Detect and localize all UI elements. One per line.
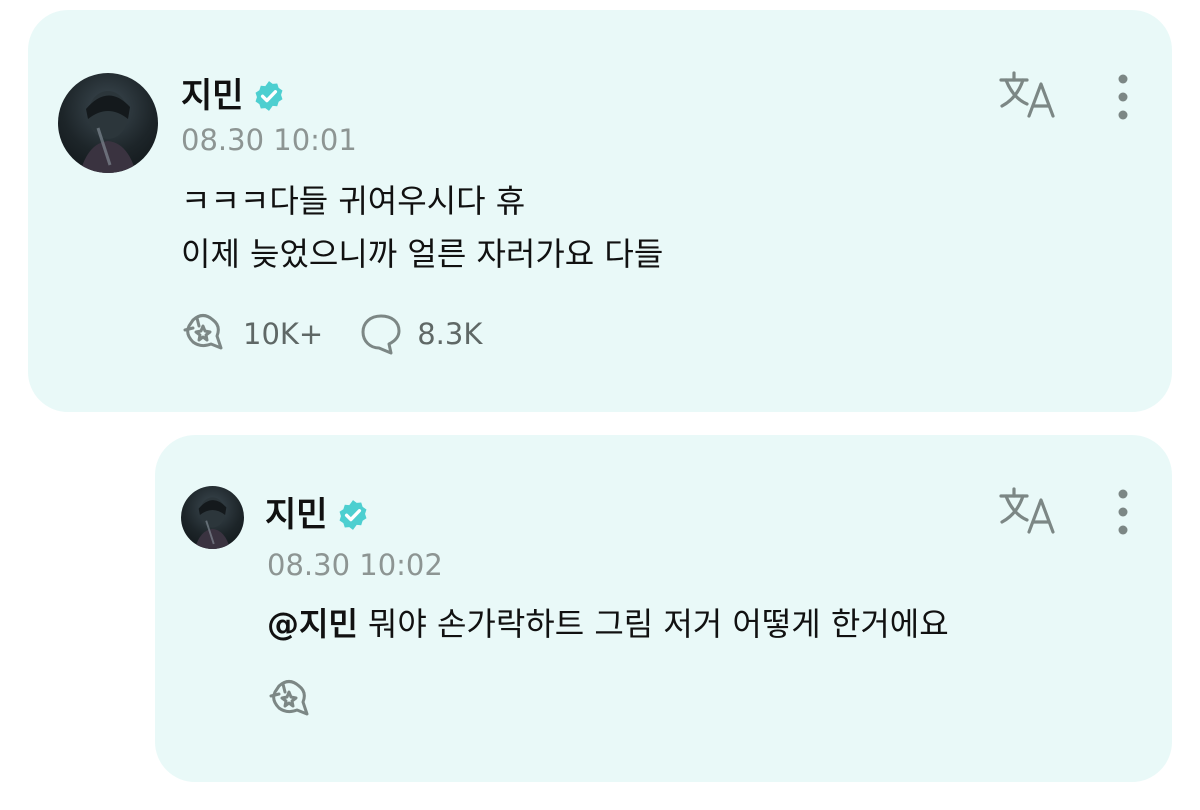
more-vertical-icon[interactable] bbox=[1115, 72, 1131, 122]
post-card[interactable]: 지민 08.30 10:01 ㅋㅋㅋ다들 귀여우시다 휴 이제 늦었으니까 얼른… bbox=[28, 10, 1172, 412]
author-name[interactable]: 지민 bbox=[265, 487, 328, 543]
post-line: ㅋㅋㅋ다들 귀여우시다 휴 bbox=[181, 182, 526, 220]
mention-link[interactable]: @지민 bbox=[267, 605, 358, 643]
post-line: 이제 늦었으니까 얼른 자러가요 다들 bbox=[181, 235, 664, 273]
author-name[interactable]: 지민 bbox=[181, 68, 244, 124]
comment-button[interactable]: 8.3K bbox=[359, 312, 482, 356]
author-avatar[interactable] bbox=[181, 486, 244, 549]
verified-badge-icon bbox=[255, 81, 283, 111]
reply-actions bbox=[267, 678, 351, 722]
author-row: 지민 bbox=[181, 68, 286, 124]
reply-text: 뭐야 손가락하트 그림 저거 어떻게 한거에요 bbox=[367, 605, 949, 643]
reply-body: @지민 뭐야 손가락하트 그림 저거 어떻게 한거에요 bbox=[267, 598, 949, 651]
like-button[interactable]: 10K+ bbox=[181, 312, 323, 356]
comment-icon bbox=[361, 314, 401, 355]
reply-timestamp: 08.30 10:02 bbox=[267, 548, 443, 582]
author-row: 지민 bbox=[265, 487, 370, 543]
reply-card[interactable]: 지민 08.30 10:02 @지민 뭐야 손가락하트 그림 저거 어떻게 한거에… bbox=[155, 435, 1172, 782]
like-button[interactable] bbox=[267, 678, 315, 722]
post-timestamp: 08.30 10:01 bbox=[181, 123, 357, 157]
like-icon bbox=[183, 314, 223, 350]
translate-icon[interactable] bbox=[997, 68, 1057, 122]
post-actions: 10K+ 8.3K bbox=[181, 312, 518, 356]
like-icon bbox=[269, 680, 309, 716]
like-count: 10K+ bbox=[243, 317, 324, 351]
post-body: ㅋㅋㅋ다들 귀여우시다 휴 이제 늦었으니까 얼른 자러가요 다들 bbox=[181, 175, 663, 281]
more-vertical-icon[interactable] bbox=[1115, 487, 1131, 537]
verified-badge-icon bbox=[339, 500, 367, 530]
comment-count: 8.3K bbox=[417, 317, 483, 351]
translate-icon[interactable] bbox=[997, 484, 1057, 538]
author-avatar[interactable] bbox=[58, 73, 158, 173]
